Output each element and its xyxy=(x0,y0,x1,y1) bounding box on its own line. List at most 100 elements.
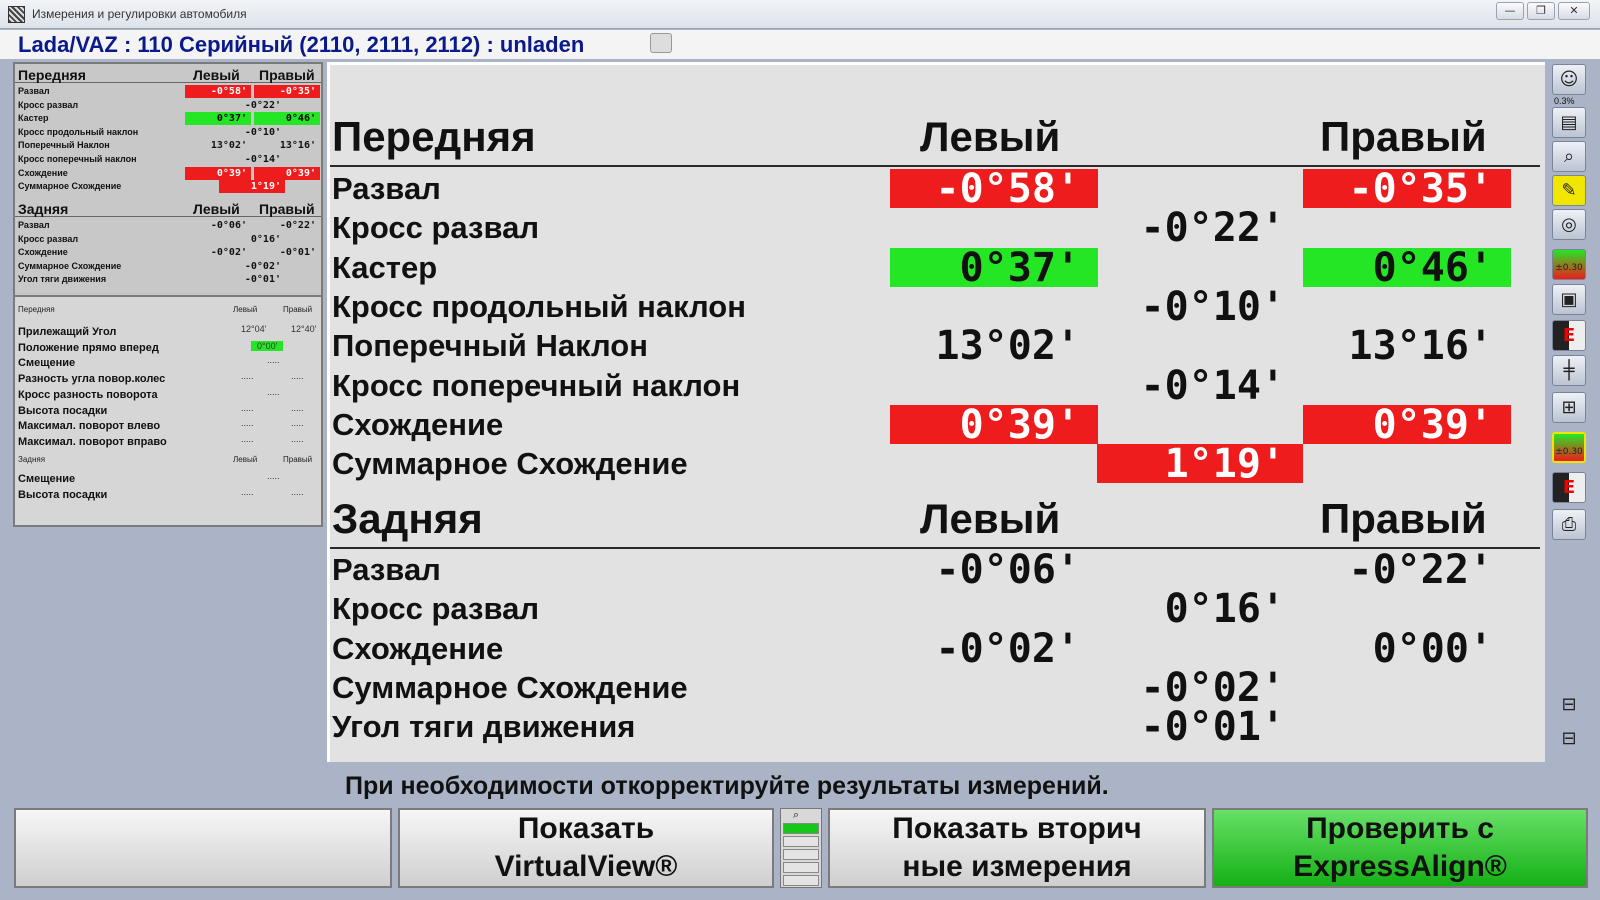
measurement-row: Кросс поперечный наклон -0°14' xyxy=(330,365,1540,406)
secondary-row-label: Прилежащий Угол xyxy=(18,326,117,338)
measurement-row: Развал -0°06' -0°22' xyxy=(330,550,1540,591)
summary-rear-header: Задняя Левый Правый xyxy=(15,200,321,217)
secondary-front-title: Передняя xyxy=(18,305,55,314)
summary-rear-title: Задняя xyxy=(18,201,69,217)
summary-center-value: -0°02' xyxy=(244,260,281,272)
measurement-label: Развал xyxy=(332,171,441,206)
car-top-icon-2[interactable]: ⊟ xyxy=(1552,724,1586,755)
gauge-icon[interactable]: ⊞ xyxy=(1552,392,1586,423)
right-value: 0°46' xyxy=(1303,247,1511,288)
book-icon[interactable]: ▤ xyxy=(1552,107,1586,138)
center-value: 0°16' xyxy=(1164,586,1285,633)
front-title: Передняя xyxy=(332,113,536,160)
sensor-icon[interactable]: ▣ xyxy=(1552,284,1586,315)
summary-left-value: 0°37' xyxy=(185,112,251,126)
summary-row-label: Развал xyxy=(18,86,50,96)
secondary-right-value: 12°40' xyxy=(291,324,317,334)
secondary-center-value: ..... xyxy=(267,471,280,481)
summary-center-value: -0°14' xyxy=(244,154,281,165)
summary-right-value: -0°01' xyxy=(279,247,316,259)
expressalign-button[interactable]: Проверить с ExpressAlign® xyxy=(1212,808,1588,888)
front-header: Передняя Левый Правый xyxy=(330,113,1540,167)
measurement-row: Суммарное Схождение 1°19' xyxy=(330,444,1540,485)
expressalign-label-2: ExpressAlign® xyxy=(1293,850,1507,883)
summary-row-label: Кастер xyxy=(18,113,49,124)
secondary-rear-right-label: Правый xyxy=(283,455,313,464)
right-value: 13°16' xyxy=(1348,323,1494,370)
expressalign-label-1: Проверить с xyxy=(1306,812,1494,845)
flag-icon[interactable]: E xyxy=(1552,320,1586,351)
secondary-right-value: ..... xyxy=(291,433,304,444)
secondary-label-2: ные измерения xyxy=(902,850,1132,883)
printer-icon[interactable]: ⎙ xyxy=(1552,509,1586,540)
summary-row: Кросс продольный наклон -0°10' xyxy=(15,126,321,140)
secondary-front-left-label: Левый xyxy=(233,305,258,314)
instruction-text: При необходимости откорректируйте резуль… xyxy=(345,772,1109,800)
axle-icon[interactable]: ╪ xyxy=(1552,355,1586,386)
summary-center-value: 0°16' xyxy=(250,233,281,245)
summary-front-header: Передняя Левый Правый xyxy=(15,66,321,83)
summary-left-value: -0°58' xyxy=(185,85,251,98)
measurement-label: Кросс развал xyxy=(332,210,540,246)
measurement-label: Кастер xyxy=(332,249,438,285)
car-top-icon[interactable]: ⊟ xyxy=(1552,690,1586,721)
summary-right-value: 0°46' xyxy=(254,112,320,126)
summary-row-label: Развал xyxy=(18,220,50,230)
secondary-measurements: Передняя Левый Правый Прилежащий Угол 12°… xyxy=(15,295,321,525)
right-value: 0°00' xyxy=(1372,625,1493,672)
camera-icon[interactable] xyxy=(650,33,672,53)
right-toolbar: ☺ 0.3% ▤ ⌕ ✎ ◎ ±0.30 ▣ E ╪ ⊞ ±0.30 E ⎙ ⊟… xyxy=(1550,62,1588,762)
summary-center-value: -0°10' xyxy=(244,126,281,138)
specs-active-icon[interactable]: ±0.30 xyxy=(1552,432,1586,463)
summary-left-value: -0°06' xyxy=(210,220,247,231)
summary-left-value: 13°02' xyxy=(210,140,247,152)
flag-icon-2[interactable]: E xyxy=(1552,472,1586,503)
measurement-label: Схождение xyxy=(332,630,504,666)
person-icon[interactable]: ☺ xyxy=(1552,64,1586,95)
secondary-left-value: ..... xyxy=(241,371,254,382)
measurement-row: Кросс продольный наклон -0°10' xyxy=(330,286,1540,327)
measurement-label: Суммарное Схождение xyxy=(332,446,688,482)
secondary-front-right-label: Правый xyxy=(283,305,313,314)
summary-left-value: -0°02' xyxy=(210,247,247,259)
measurement-label: Кросс продольный наклон xyxy=(332,288,746,324)
left-value: -0°58' xyxy=(890,169,1098,210)
show-secondary-button[interactable]: Показать вторич ные измерения xyxy=(828,808,1206,888)
vehicle-bar: Lada/VAZ : 110 Серийный (2110, 2111, 211… xyxy=(0,30,1600,59)
summary-row: Поперечный Наклон 13°02' 13°16' xyxy=(15,139,321,153)
specs-icon[interactable]: ±0.30 xyxy=(1552,249,1586,280)
left-value: 0°39' xyxy=(890,404,1098,445)
steering-icon[interactable]: ◎ xyxy=(1552,209,1586,240)
secondary-row: Высота посадки.......... xyxy=(15,487,321,503)
summary-rear-right-label: Правый xyxy=(259,201,315,217)
secondary-rear-left-label: Левый xyxy=(233,455,258,464)
measurement-row: Суммарное Схождение -0°02' xyxy=(330,667,1540,708)
measurement-row: Схождение -0°02' 0°00' xyxy=(330,625,1540,672)
wrench-icon[interactable]: ✎ xyxy=(1552,175,1586,206)
summary-row-label: Схождение xyxy=(18,167,68,178)
front-left-label: Левый xyxy=(920,113,1061,160)
magnifier-icon[interactable]: ⌕ xyxy=(1552,141,1586,172)
secondary-row: Максимал. поворот влево.......... xyxy=(15,418,321,434)
secondary-rear-title: Задняя xyxy=(18,455,46,464)
summary-center-value: -0°01' xyxy=(244,274,281,286)
secondary-row-label: Высота посадки xyxy=(18,404,108,417)
minimize-button[interactable]: — xyxy=(1496,2,1524,20)
meter-segment xyxy=(783,849,819,860)
summary-right-value: -0°35' xyxy=(254,85,320,98)
maximize-button[interactable]: ❐ xyxy=(1527,2,1555,20)
secondary-row-label: Смещение xyxy=(18,357,76,370)
summary-front-title: Передняя xyxy=(18,67,86,83)
secondary-row: Кросс разность поворота..... xyxy=(15,387,321,403)
secondary-row-label: Смещение xyxy=(18,473,76,485)
secondary-row: Разность угла повор.колес.......... xyxy=(15,371,321,387)
secondary-rear-header: Задняя Левый Правый xyxy=(15,455,321,469)
vehicle-title: Lada/VAZ : 110 Серийный (2110, 2111, 211… xyxy=(18,32,585,57)
virtualview-label-1: Показать xyxy=(517,812,655,845)
f1-button[interactable] xyxy=(14,808,392,888)
close-button[interactable]: ✕ xyxy=(1558,2,1590,20)
show-virtualview-button[interactable]: Показать VirtualView® xyxy=(398,808,774,888)
summary-row: Схождение -0°02' -0°01' xyxy=(15,246,321,260)
measurement-row: Схождение 0°39' 0°39' xyxy=(330,404,1540,445)
measurements-panel: Передняя Левый Правый Развал -0°58' -0°35'… xyxy=(327,62,1545,762)
